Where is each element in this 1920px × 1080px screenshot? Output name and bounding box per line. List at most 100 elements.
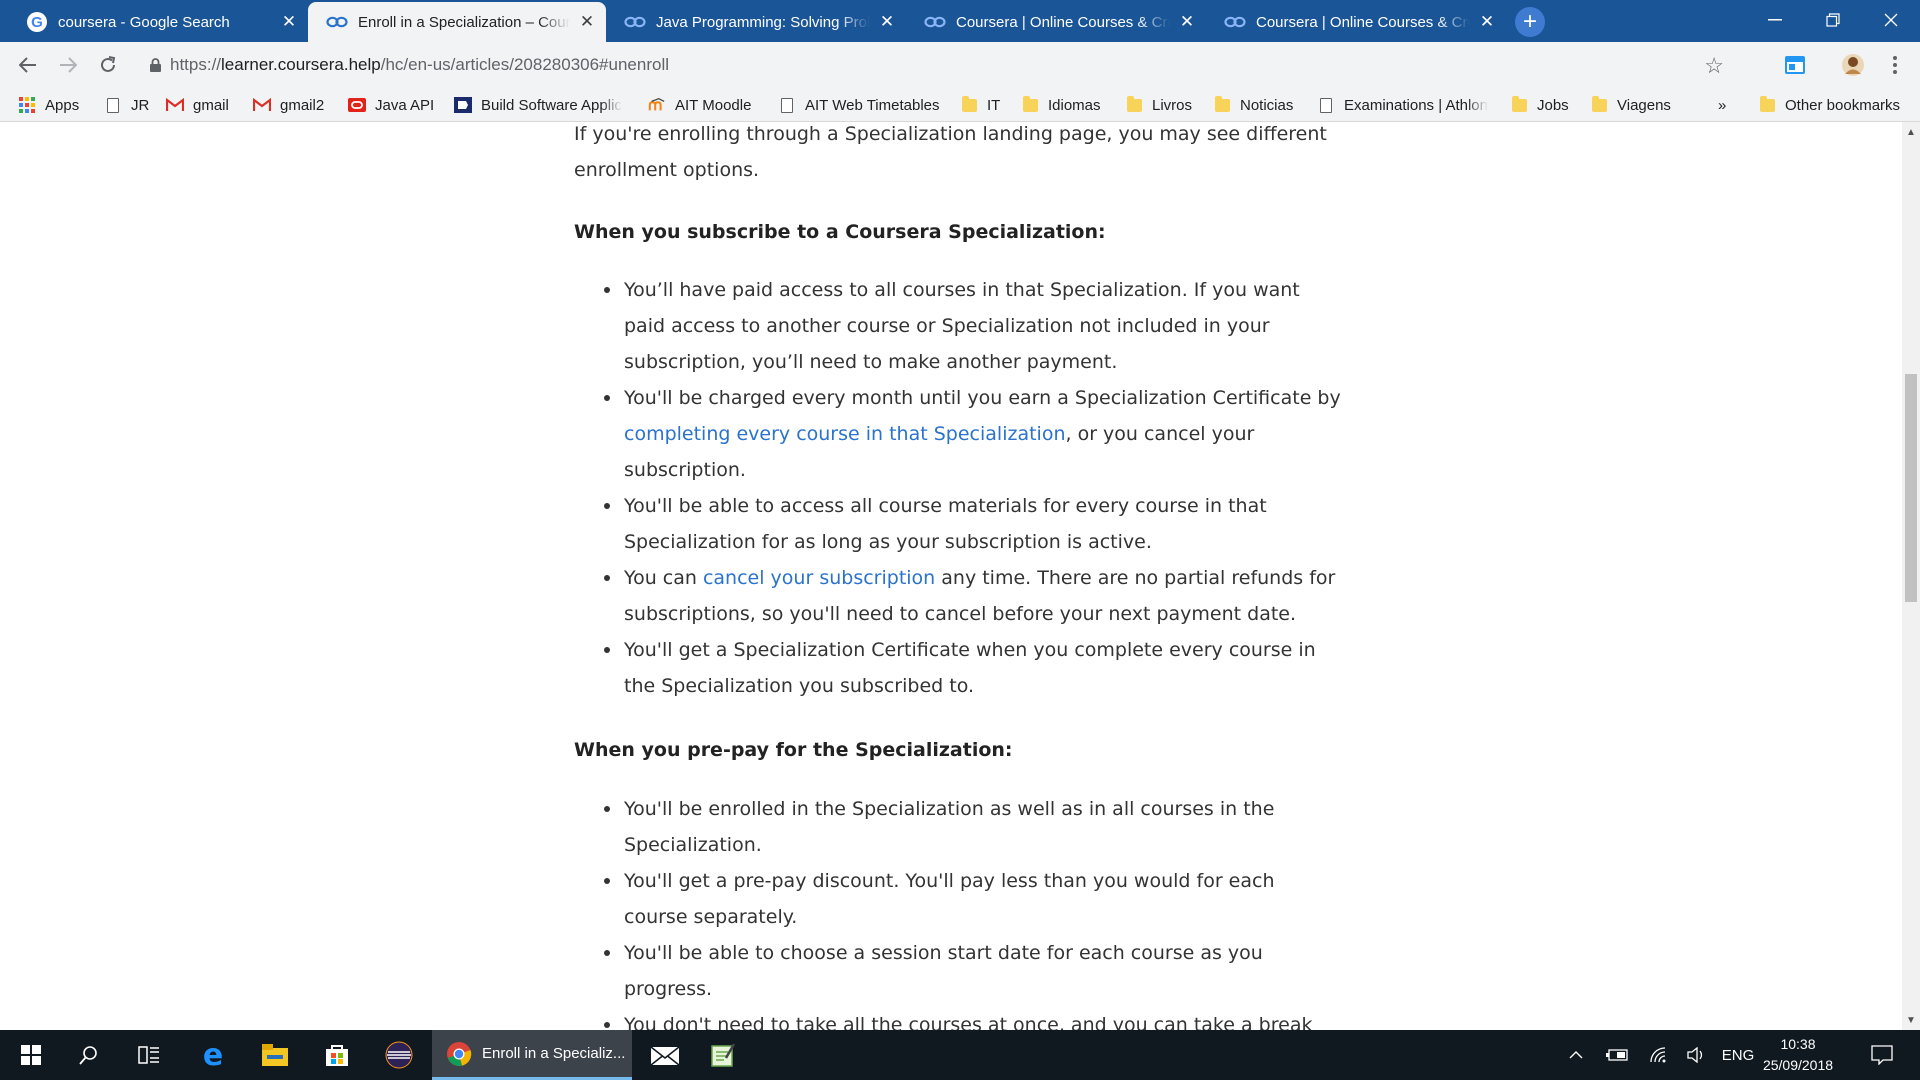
close-icon[interactable]: ✕ — [876, 11, 898, 33]
list-item: You'll get a pre-pay discount. You'll pa… — [604, 863, 1344, 935]
chrome-taskbar-label: Enroll in a Specializ... — [482, 1045, 626, 1062]
clock-time: 10:38 — [1780, 1036, 1816, 1052]
tab-google-search[interactable]: G coursera - Google Search ✕ — [8, 2, 308, 42]
notifications-icon[interactable] — [1862, 1030, 1902, 1080]
close-icon[interactable]: ✕ — [576, 11, 598, 33]
browser-toolbar: https://learner.coursera.help/hc/en-us/a… — [0, 42, 1920, 88]
bookmark-label: IT — [987, 96, 1001, 114]
tab-coursera-1[interactable]: Coursera | Online Courses & Credentials … — [906, 2, 1206, 42]
tab-title: Coursera | Online Courses & Credentials — [1256, 13, 1470, 31]
tab-enroll-specialization[interactable]: Enroll in a Specialization – Coursera ✕ — [308, 2, 606, 42]
tab-coursera-2[interactable]: Coursera | Online Courses & Credentials … — [1206, 2, 1506, 42]
wifi-icon[interactable] — [1644, 1030, 1674, 1080]
notepad-app-icon[interactable] — [698, 1030, 748, 1080]
language-indicator[interactable]: ENG — [1718, 1030, 1758, 1080]
subscribe-list: You’ll have paid access to all courses i… — [604, 272, 1344, 704]
bookmark-folder-livros[interactable]: Livros — [1125, 94, 1192, 116]
browser-menu-icon[interactable] — [1880, 50, 1910, 80]
close-icon[interactable]: ✕ — [1476, 11, 1498, 33]
volume-icon[interactable] — [1682, 1030, 1712, 1080]
bookmark-label: JR — [131, 96, 150, 114]
task-view-icon[interactable] — [126, 1030, 172, 1080]
tab-title: coursera - Google Search — [58, 13, 230, 31]
subscribe-heading: When you subscribe to a Coursera Special… — [574, 221, 1106, 243]
folder-icon — [1590, 95, 1608, 114]
search-icon[interactable] — [66, 1030, 112, 1080]
bookmark-other[interactable]: Other bookmarks — [1758, 94, 1900, 116]
build-icon — [454, 96, 472, 114]
list-item-text: You'll get a Specialization Certificate … — [624, 639, 1316, 697]
bookmark-ait-moodle[interactable]: AIT Moodle — [648, 94, 751, 116]
bookmarks-overflow-chevron[interactable]: » — [1718, 94, 1726, 116]
folder-icon — [1021, 95, 1039, 114]
bookmark-gmail2[interactable]: gmail2 — [253, 94, 324, 116]
list-item: You'll get a Specialization Certificate … — [604, 632, 1344, 704]
folder-icon — [1125, 95, 1143, 114]
list-item: You'll be charged every month until you … — [604, 380, 1344, 488]
bookmark-folder-jobs[interactable]: Jobs — [1510, 94, 1569, 116]
page-viewport: If you're enrolling through a Specializa… — [0, 122, 1902, 1030]
windows-start-icon[interactable] — [8, 1030, 54, 1080]
new-tab-button[interactable]: + — [1515, 7, 1545, 37]
show-hidden-icons-chevron-icon[interactable] — [1562, 1030, 1590, 1080]
restore-icon[interactable] — [1804, 0, 1862, 40]
extension-icon[interactable] — [1780, 50, 1810, 80]
address-bar[interactable]: https://learner.coursera.help/hc/en-us/a… — [140, 47, 1744, 83]
battery-icon[interactable] — [1602, 1030, 1632, 1080]
list-item: You'll be able to choose a session start… — [604, 935, 1344, 1007]
bookmark-build-software[interactable]: Build Software Applic — [454, 94, 622, 116]
bookmark-folder-idiomas[interactable]: Idiomas — [1021, 94, 1101, 116]
chrome-icon — [446, 1041, 472, 1067]
list-item-text: You can — [624, 567, 703, 589]
system-clock[interactable]: 10:38 25/09/2018 — [1754, 1034, 1842, 1076]
moodle-icon — [648, 96, 666, 114]
tab-title: Enroll in a Specialization – Coursera — [358, 13, 570, 31]
eclipse-icon[interactable] — [374, 1030, 424, 1080]
bookmark-examinations[interactable]: Examinations | Athlon — [1317, 94, 1488, 116]
tab-java-programming[interactable]: Java Programming: Solving Problems ✕ — [606, 2, 906, 42]
scrollbar-thumb[interactable] — [1905, 374, 1917, 602]
back-icon[interactable] — [12, 49, 44, 81]
intro-paragraph: If you're enrolling through a Specializa… — [574, 122, 1334, 188]
bookmark-label: AIT Moodle — [675, 96, 752, 114]
mail-icon[interactable] — [640, 1030, 690, 1080]
bookmark-java-api[interactable]: Java API — [348, 94, 434, 116]
bookmark-folder-noticias[interactable]: Noticias — [1213, 94, 1293, 116]
reload-icon[interactable] — [92, 49, 124, 81]
store-icon[interactable] — [312, 1030, 362, 1080]
list-item: You'll be enrolled in the Specialization… — [604, 791, 1344, 863]
bookmark-folder-viagens[interactable]: Viagens — [1590, 94, 1671, 116]
bookmark-label: Idiomas — [1048, 96, 1101, 114]
url-text[interactable]: https://learner.coursera.help/hc/en-us/a… — [170, 55, 669, 75]
chrome-taskbar-button[interactable]: Enroll in a Specializ... — [432, 1030, 632, 1080]
scroll-down-arrow-icon[interactable]: ▼ — [1902, 1012, 1920, 1028]
scroll-up-arrow-icon[interactable]: ▲ — [1902, 124, 1920, 140]
forward-icon[interactable] — [52, 49, 84, 81]
page-icon — [104, 96, 122, 114]
tab-strip: G coursera - Google Search ✕ Enroll in a… — [0, 0, 1920, 42]
page-scrollbar[interactable]: ▲ ▼ — [1902, 122, 1920, 1030]
gmail-icon — [166, 96, 184, 114]
bookmark-label: Noticias — [1240, 96, 1294, 114]
prepay-list: You'll be enrolled in the Specialization… — [604, 791, 1344, 1030]
minimize-icon[interactable] — [1746, 0, 1804, 40]
bookmark-star-icon[interactable]: ☆ — [1704, 53, 1724, 79]
list-item: You’ll have paid access to all courses i… — [604, 272, 1344, 380]
window-close-icon[interactable] — [1862, 0, 1920, 40]
cancel-subscription-link[interactable]: cancel your subscription — [703, 567, 935, 589]
bookmark-gmail[interactable]: gmail — [166, 94, 229, 116]
list-item: You don't need to take all the courses a… — [604, 1007, 1344, 1030]
close-icon[interactable]: ✕ — [278, 11, 300, 33]
clock-date: 25/09/2018 — [1762, 1057, 1834, 1073]
folder-icon — [1758, 95, 1776, 114]
coursera-icon — [924, 11, 946, 33]
bookmark-folder-it[interactable]: IT — [960, 94, 1000, 116]
bookmark-jr[interactable]: JR — [104, 94, 149, 116]
close-icon[interactable]: ✕ — [1176, 11, 1198, 33]
profile-avatar[interactable] — [1838, 50, 1868, 80]
bookmark-apps[interactable]: Apps — [18, 94, 79, 116]
bookmark-ait-timetables[interactable]: AIT Web Timetables — [778, 94, 940, 116]
file-explorer-icon[interactable] — [250, 1030, 300, 1080]
completing-courses-link[interactable]: completing every course in that Speciali… — [624, 423, 1065, 445]
edge-icon[interactable]: e — [188, 1030, 238, 1080]
